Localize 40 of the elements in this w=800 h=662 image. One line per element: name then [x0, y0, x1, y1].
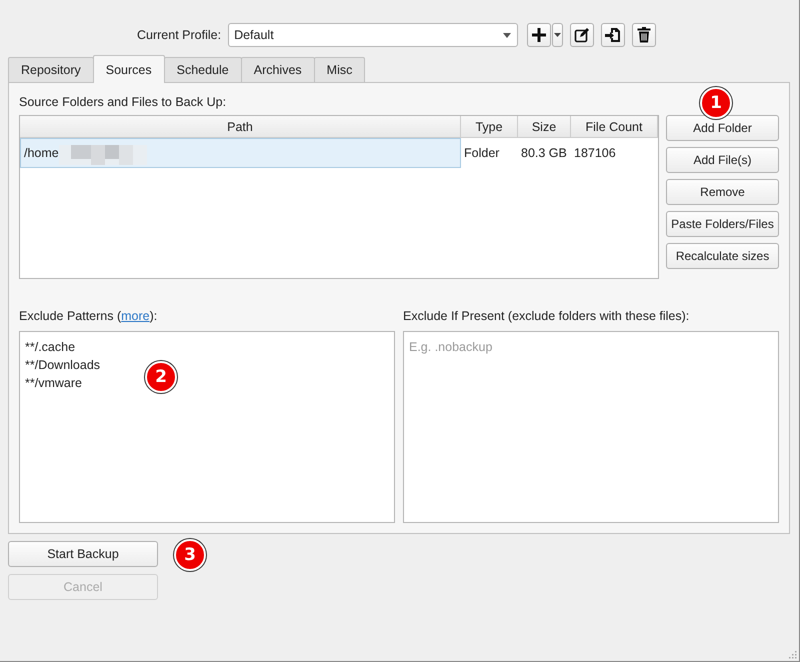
source-action-button[interactable]: Recalculate sizes — [666, 243, 779, 269]
tab[interactable]: Schedule — [164, 57, 242, 82]
import-icon — [605, 27, 622, 43]
exclude-if-present-field[interactable]: E.g. .nobackup — [403, 331, 779, 523]
plus-icon — [532, 28, 546, 42]
resize-grip-icon — [789, 651, 797, 659]
column-header[interactable]: Size — [518, 116, 571, 137]
dropdown-arrow-icon — [503, 32, 512, 38]
section-title: Source Folders and Files to Back Up: — [19, 95, 226, 109]
column-header[interactable]: Path — [20, 116, 461, 137]
exclude-patterns-label: Exclude Patterns (more): — [19, 309, 158, 323]
add-profile-button[interactable] — [527, 23, 552, 47]
source-action-button[interactable]: Add File(s) — [666, 147, 779, 173]
path-cell[interactable]: /home — [20, 138, 461, 168]
trash-icon — [637, 27, 652, 43]
tab[interactable]: Archives — [240, 57, 315, 82]
source-action-button[interactable]: Paste Folders/Files — [666, 211, 779, 237]
table-cell-text: 80.3 GB — [520, 145, 568, 162]
table-cell-text: 187106 — [573, 145, 617, 162]
action-button[interactable]: Start Backup — [8, 541, 158, 567]
column-header[interactable]: Type — [461, 116, 518, 137]
source-action-button[interactable]: Add Folder — [666, 115, 779, 141]
edit-profile-button[interactable] — [570, 23, 594, 47]
edit-icon — [574, 27, 590, 43]
add-profile-menu-button[interactable] — [552, 23, 564, 47]
profile-dropdown[interactable]: Default — [228, 23, 518, 47]
source-action-button[interactable]: Remove — [666, 179, 779, 205]
tab[interactable]: Sources — [92, 55, 165, 83]
caret-icon — [554, 33, 562, 37]
delete-profile-button[interactable] — [632, 23, 656, 47]
callout-badge: 3 — [174, 539, 206, 571]
column-header[interactable]: File Count — [571, 116, 658, 137]
table-cell-text: Folder — [463, 145, 500, 162]
profile-label: Current Profile: — [137, 28, 222, 42]
path-text: /home — [24, 146, 59, 160]
exclude-if-present-label: Exclude If Present (exclude folders with these files): — [403, 309, 690, 323]
more-link[interactable]: more — [121, 309, 150, 323]
import-profile-button[interactable] — [601, 23, 626, 47]
tab[interactable]: Repository — [8, 57, 94, 82]
tab[interactable]: Misc — [314, 57, 366, 82]
